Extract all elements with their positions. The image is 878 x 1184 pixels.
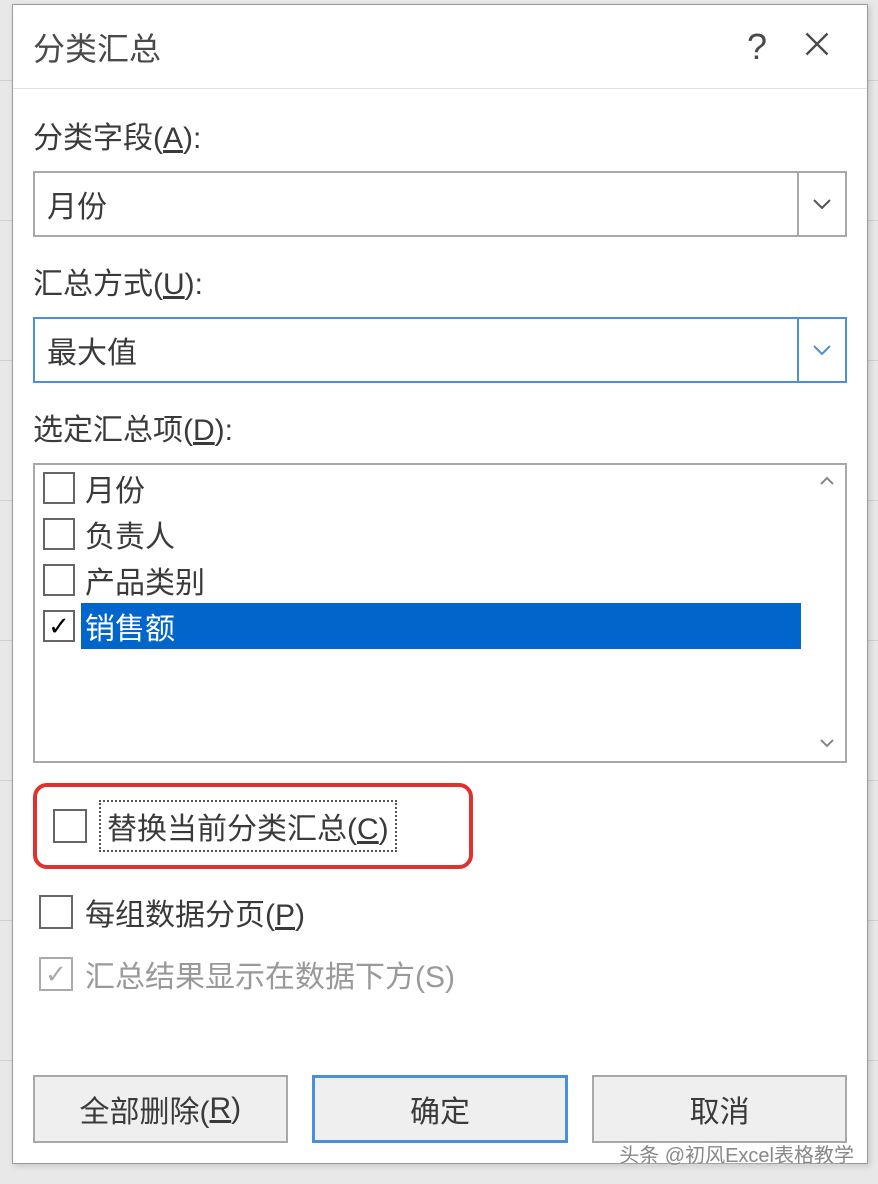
groupby-label: 分类字段(A): [33, 113, 847, 157]
checkbox[interactable] [43, 564, 75, 596]
items-listbox[interactable]: 月份 负责人 产品类别 销售额 [33, 463, 847, 763]
groupby-combo[interactable]: 月份 [33, 171, 847, 237]
checkbox[interactable] [53, 809, 87, 843]
list-item[interactable]: 月份 [35, 465, 809, 511]
below-checkbox-row: 汇总结果显示在数据下方(S) [33, 949, 847, 999]
listbox-content: 月份 负责人 产品类别 销售额 [35, 465, 809, 761]
pagebreak-checkbox-row[interactable]: 每组数据分页(P) [33, 887, 847, 937]
replace-label: 替换当前分类汇总(C) [99, 800, 397, 852]
below-label: 汇总结果显示在数据下方(S) [85, 952, 455, 996]
checkbox[interactable] [43, 610, 75, 642]
chevron-up-icon[interactable] [819, 473, 835, 491]
list-item[interactable]: 产品类别 [35, 557, 809, 603]
chevron-down-icon[interactable] [819, 735, 835, 753]
checkbox[interactable] [39, 895, 73, 929]
remove-all-button[interactable]: 全部删除(R) [33, 1075, 288, 1143]
function-value: 最大值 [47, 328, 797, 372]
subtotal-dialog: 分类汇总 ? 分类字段(A): 月份 汇总方式(U): 最大值 选定汇总项(D)… [12, 4, 868, 1164]
close-icon [803, 30, 831, 58]
replace-checkbox-row[interactable]: 替换当前分类汇总(C) [47, 801, 459, 851]
close-button[interactable] [787, 30, 847, 63]
ok-button[interactable]: 确定 [312, 1075, 569, 1143]
groupby-value: 月份 [47, 182, 797, 226]
help-button[interactable]: ? [727, 26, 787, 68]
cancel-button[interactable]: 取消 [592, 1075, 847, 1143]
watermark: 头条 @初风Excel表格教学 [619, 1139, 854, 1168]
list-item-label: 产品类别 [81, 557, 209, 603]
annotation-highlight: 替换当前分类汇总(C) [33, 783, 473, 869]
list-item[interactable]: 销售额 [35, 603, 809, 649]
checkbox[interactable] [43, 518, 75, 550]
button-row: 全部删除(R) 确定 取消 [33, 1075, 847, 1143]
list-item-label: 月份 [81, 465, 149, 511]
list-item[interactable]: 负责人 [35, 511, 809, 557]
checkbox [39, 957, 73, 991]
items-label: 选定汇总项(D): [33, 405, 847, 449]
pagebreak-label: 每组数据分页(P) [85, 890, 305, 934]
titlebar: 分类汇总 ? [13, 5, 867, 89]
list-item-label: 销售额 [81, 603, 801, 649]
function-combo[interactable]: 最大值 [33, 317, 847, 383]
function-label: 汇总方式(U): [33, 259, 847, 303]
checkbox[interactable] [43, 472, 75, 504]
dialog-body: 分类字段(A): 月份 汇总方式(U): 最大值 选定汇总项(D): 月份 [13, 89, 867, 1031]
chevron-down-icon [797, 319, 845, 381]
chevron-down-icon [797, 173, 845, 235]
list-item-label: 负责人 [81, 511, 179, 557]
dialog-title: 分类汇总 [33, 24, 727, 70]
scrollbar[interactable] [809, 465, 845, 761]
